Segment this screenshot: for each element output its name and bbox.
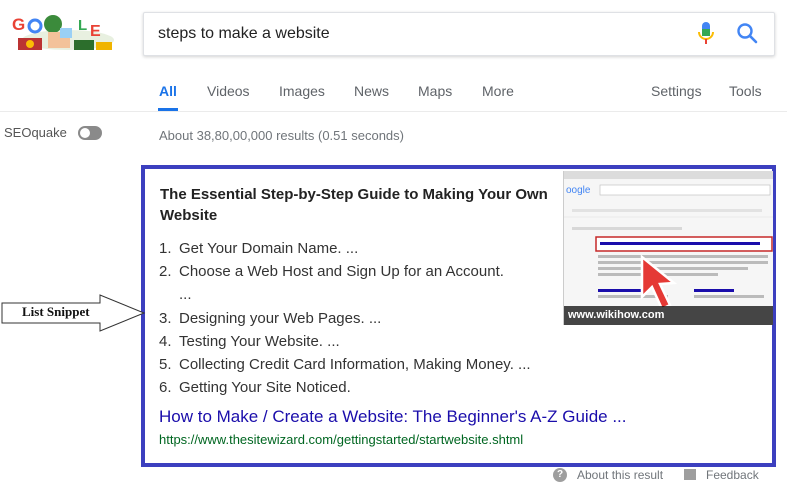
list-snippet-annotation: List Snippet (0, 293, 146, 333)
list-item: 2. Choose a Web Host and Sign Up for an A… (159, 263, 504, 281)
search-box[interactable] (143, 12, 775, 56)
about-this-result-link[interactable]: About this result (577, 468, 663, 482)
help-icon[interactable]: ? (553, 468, 567, 482)
list-item: 6. Getting Your Site Noticed. (159, 379, 351, 397)
featured-snippet-box: The Essential Step-by-Step Guide to Maki… (141, 165, 776, 467)
toggle-knob (80, 128, 90, 138)
result-url: https://www.thesitewizard.com/gettingsta… (159, 432, 524, 447)
svg-text:oogle: oogle (566, 185, 591, 196)
list-item-continuation: ... (179, 286, 192, 304)
tools-link[interactable]: Tools (729, 83, 762, 99)
search-icon[interactable] (736, 22, 758, 44)
tabs-divider (0, 111, 787, 112)
tab-more[interactable]: More (482, 83, 514, 99)
thumbnail-caption: www.wikihow.com (564, 306, 773, 325)
annotation-label: List Snippet (22, 304, 90, 319)
list-item: 3. Designing your Web Pages. ... (159, 309, 382, 327)
microphone-icon[interactable] (696, 22, 716, 46)
snippet-title: The Essential Step-by-Step Guide to Maki… (160, 186, 548, 224)
search-input[interactable] (158, 13, 678, 55)
tab-images[interactable]: Images (279, 83, 325, 99)
snippet-list: 1. Get Your Domain Name. ... 2. Choose a W… (159, 237, 569, 399)
feedback-link[interactable]: Feedback (706, 468, 759, 482)
google-doodle-logo[interactable]: G L E (8, 10, 124, 58)
list-item: 4. Testing Your Website. ... (159, 332, 340, 350)
snippet-thumbnail[interactable]: oogle www.wikihow.com (563, 171, 773, 325)
tab-all[interactable]: All (159, 83, 177, 99)
result-title-link[interactable]: How to Make / Create a Website: The Begi… (159, 407, 627, 427)
feedback-icon[interactable] (684, 469, 696, 480)
list-item: 5. Collecting Credit Card Information, Ma… (159, 356, 531, 374)
svg-text:E: E (90, 23, 101, 40)
settings-link[interactable]: Settings (651, 83, 702, 99)
seoquake-label: SEOquake (4, 125, 67, 140)
tab-videos[interactable]: Videos (207, 83, 250, 99)
seoquake-toggle[interactable] (78, 126, 102, 140)
tab-maps[interactable]: Maps (418, 83, 452, 99)
svg-text:L: L (78, 17, 87, 34)
result-stats: About 38,80,00,000 results (0.51 seconds… (159, 128, 404, 143)
tab-news[interactable]: News (354, 83, 389, 99)
list-item: 1. Get Your Domain Name. ... (159, 240, 359, 257)
svg-text:G: G (12, 15, 25, 34)
